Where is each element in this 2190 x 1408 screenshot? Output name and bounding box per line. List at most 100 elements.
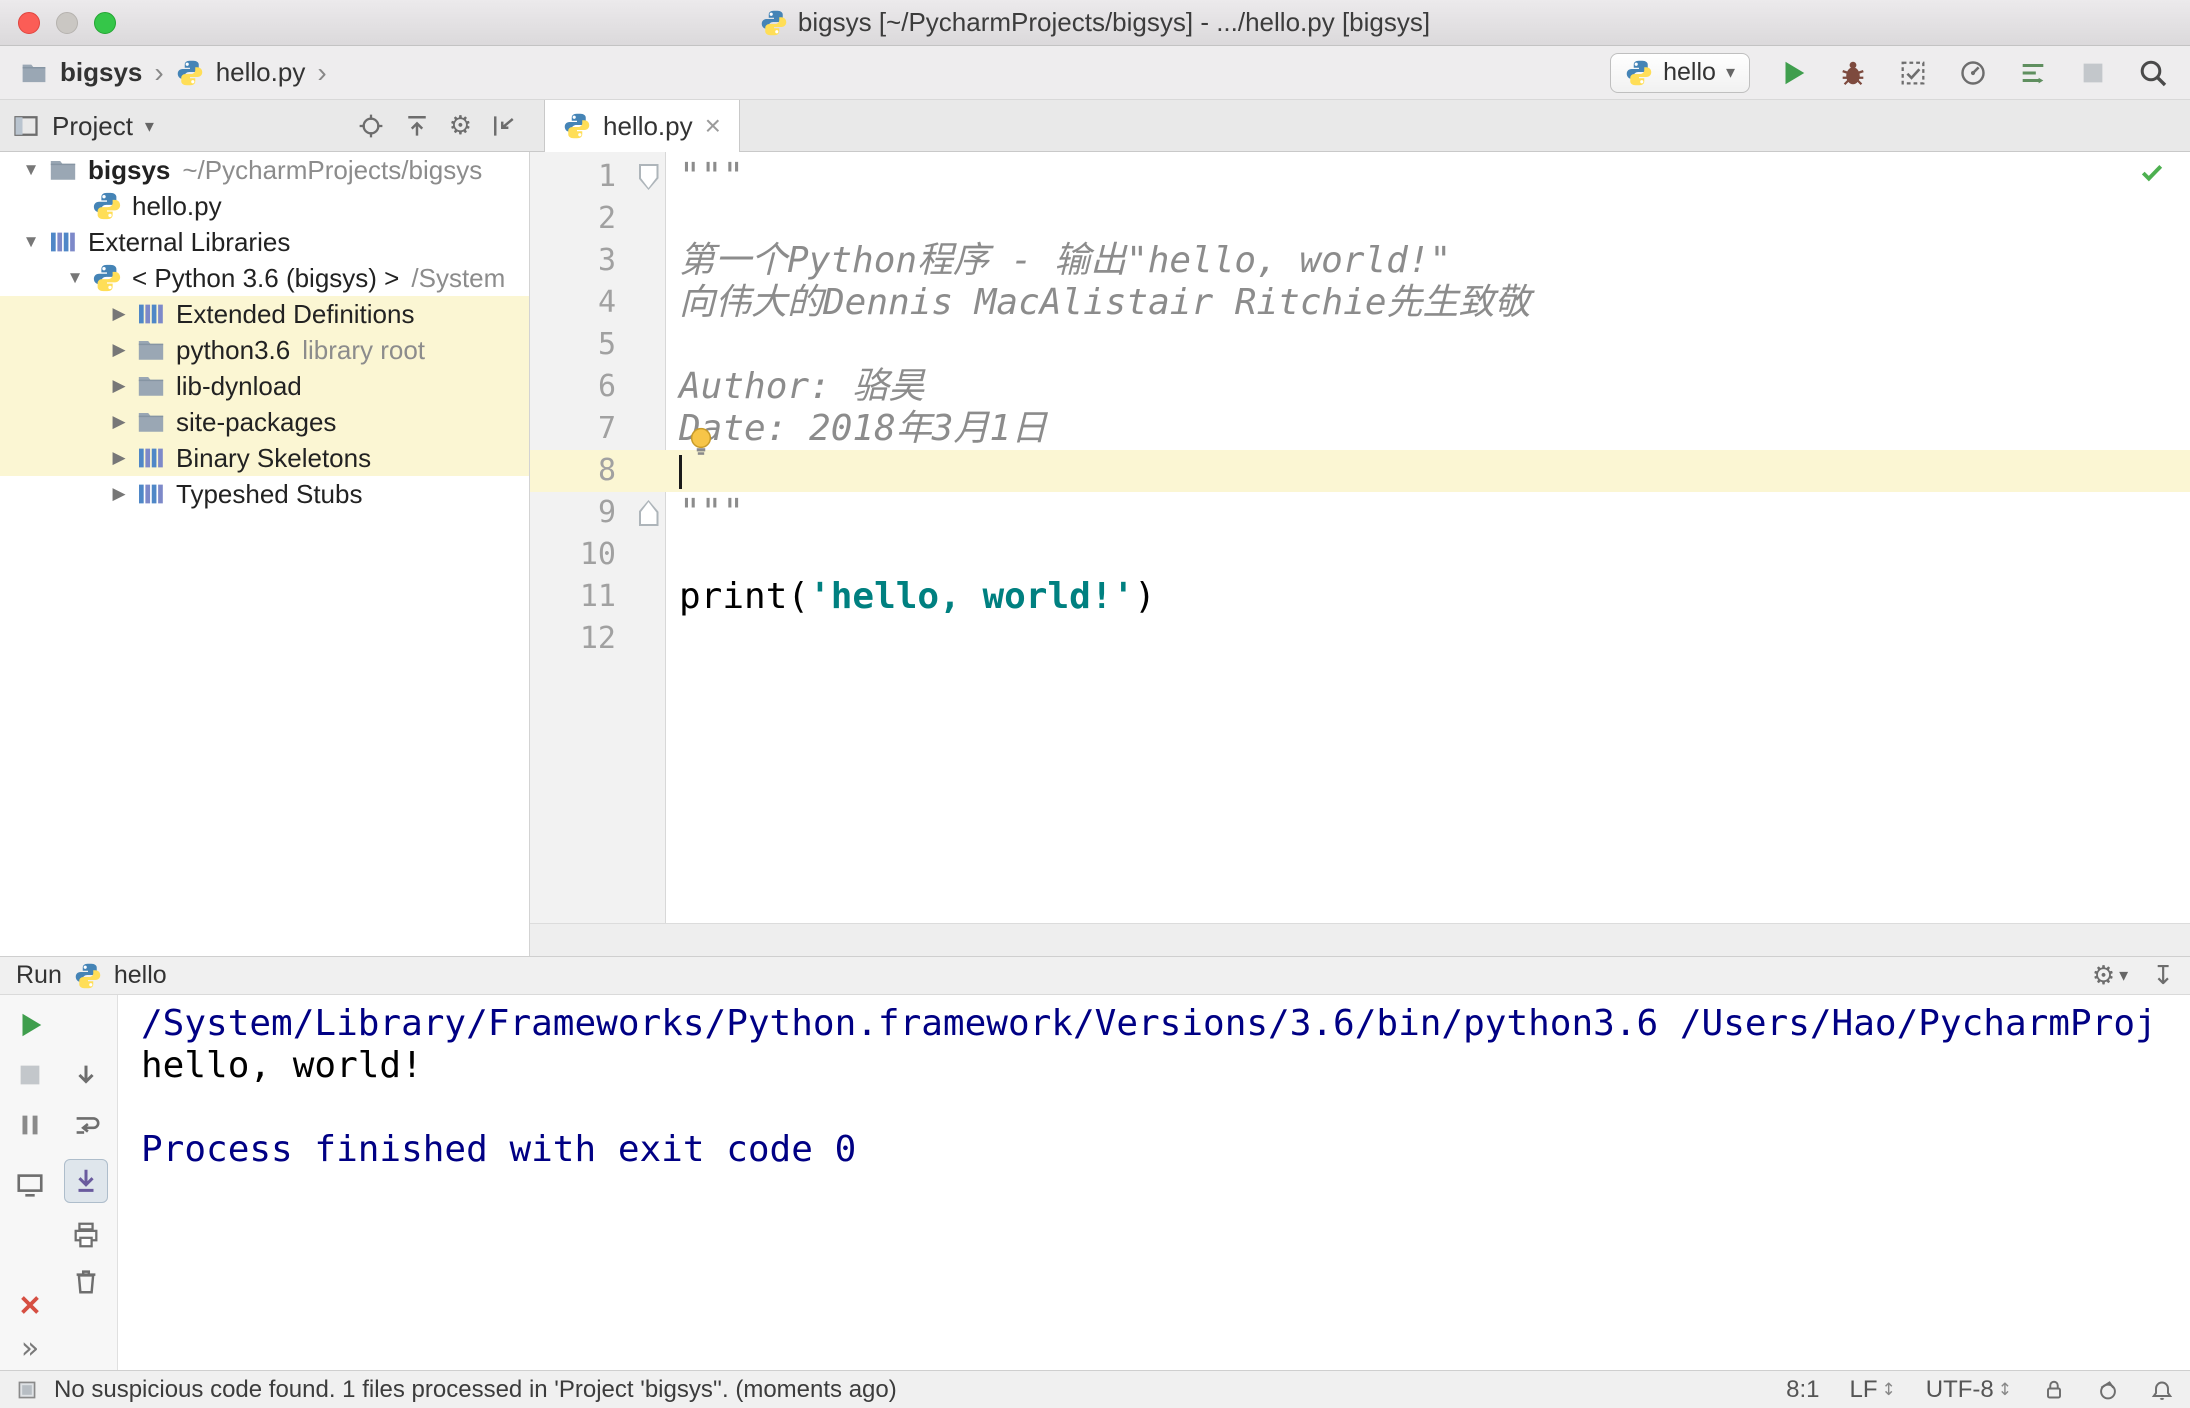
hide-panel-icon[interactable]	[490, 112, 518, 140]
chevron-down-icon: ▾	[2119, 965, 2129, 986]
tree-collapsed-arrow-icon[interactable]: ▶	[102, 412, 136, 432]
caret-position-widget[interactable]: 8:1	[1786, 1376, 1819, 1404]
close-console-button[interactable]	[12, 1287, 48, 1323]
fold-gutter[interactable]	[630, 492, 667, 534]
tree-item-lib-dynload[interactable]: ▶ lib-dynload	[0, 368, 529, 404]
code-line-2[interactable]: 2	[530, 198, 2190, 240]
code-line-9[interactable]: 9 """	[530, 492, 2190, 534]
line-number: 7	[597, 411, 616, 446]
tree-item-binary-skeletons[interactable]: ▶ Binary Skeletons	[0, 440, 529, 476]
close-window-button[interactable]	[18, 12, 40, 34]
console-output[interactable]: /System/Library/Frameworks/Python.framew…	[119, 995, 2190, 1370]
profiler-icon[interactable]	[1956, 56, 1990, 90]
line-separator-widget[interactable]: LF ↕	[1849, 1376, 1895, 1404]
line-number: 5	[597, 327, 616, 362]
inspections-ok-check-icon[interactable]	[2138, 158, 2166, 186]
inspections-widget-icon[interactable]	[16, 1379, 38, 1401]
folder-icon	[136, 335, 166, 365]
tree-item-python3-6[interactable]: ▶ python3.6 library root	[0, 332, 529, 368]
tree-item-label: Extended Definitions	[176, 298, 415, 329]
tree-collapsed-arrow-icon[interactable]: ▶	[102, 484, 136, 504]
breadcrumb-project[interactable]: bigsys	[60, 57, 142, 88]
search-everywhere-icon[interactable]	[2136, 56, 2170, 90]
tree-item-hello-py[interactable]: hello.py	[0, 188, 529, 224]
chevron-down-icon[interactable]: ▾	[145, 116, 154, 137]
fold-handle-icon[interactable]	[638, 164, 659, 190]
stop-button[interactable]	[2076, 56, 2110, 90]
code-line-8[interactable]: 8	[530, 450, 2190, 492]
editor[interactable]: 1 """ 2 3 第一个Python程序 - 输出"hello, world!" 4 向伟…	[530, 152, 2190, 923]
console-line: /System/Library/Frameworks/Python.framew…	[141, 1003, 2157, 1044]
code-line-10[interactable]: 10	[530, 534, 2190, 576]
tree-expanded-arrow-icon[interactable]: ▼	[14, 232, 48, 252]
tree-item-python-3-6-bigsys[interactable]: ▼ < Python 3.6 (bigsys) > /System	[0, 260, 529, 296]
zoom-window-button[interactable]	[94, 12, 116, 34]
lock-icon[interactable]	[2042, 1378, 2066, 1402]
rerun-button[interactable]	[12, 1007, 48, 1043]
project-panel-title[interactable]: Project	[52, 111, 133, 142]
fold-gutter[interactable]	[630, 156, 667, 198]
code-line-3[interactable]: 3 第一个Python程序 - 输出"hello, world!"	[530, 240, 2190, 282]
run-configuration-select[interactable]: hello ▾	[1610, 52, 1750, 93]
soft-wrap-icon[interactable]	[68, 1107, 104, 1143]
clear-all-trash-icon[interactable]	[68, 1263, 104, 1299]
notifications-bell-icon[interactable]	[2150, 1378, 2174, 1402]
tree-item-bigsys[interactable]: ▼ bigsys ~/PycharmProjects/bigsys	[0, 152, 529, 188]
code-line-4[interactable]: 4 向伟大的Dennis MacAlistair Ritchie先生致敬	[530, 282, 2190, 324]
tree-item-external-libraries[interactable]: ▼ External Libraries	[0, 224, 529, 260]
tree-expanded-arrow-icon[interactable]: ▼	[58, 268, 92, 288]
stop-button[interactable]	[12, 1057, 48, 1093]
collapse-all-icon[interactable]	[403, 112, 431, 140]
intention-bulb-icon[interactable]	[684, 424, 718, 458]
tree-item-typeshed-stubs[interactable]: ▶ Typeshed Stubs	[0, 476, 529, 512]
restore-layout-icon[interactable]	[12, 1167, 48, 1203]
editor-horizontal-scrollbar[interactable]	[530, 923, 2190, 956]
code-line-1[interactable]: 1 """	[530, 156, 2190, 198]
more-actions-icon[interactable]: »	[12, 1331, 48, 1367]
tree-collapsed-arrow-icon[interactable]: ▶	[102, 448, 136, 468]
code-line-5[interactable]: 5	[530, 324, 2190, 366]
debug-bug-icon[interactable]	[1836, 56, 1870, 90]
python-icon	[74, 962, 102, 990]
gear-icon[interactable]: ⚙	[2092, 961, 2115, 991]
tree-item-extended-definitions[interactable]: ▶ Extended Definitions	[0, 296, 529, 332]
project-toolwindow-icon	[12, 112, 40, 140]
code-line-7[interactable]: 7 Date: 2018年3月1日	[530, 408, 2190, 450]
editor-lines: 1 """ 2 3 第一个Python程序 - 输出"hello, world!" 4 向伟…	[530, 152, 2190, 660]
run-toolwindow-title[interactable]: Run	[16, 961, 62, 990]
tree-item-label: hello.py	[132, 190, 222, 221]
code-line-11[interactable]: 11 print('hello, world!')	[530, 576, 2190, 618]
tree-item-suffix: /System	[411, 262, 506, 293]
tree-collapsed-arrow-icon[interactable]: ▶	[102, 304, 136, 324]
concurrency-diagram-icon[interactable]	[2016, 56, 2050, 90]
tree-item-label: Binary Skeletons	[176, 442, 372, 473]
pause-output-button[interactable]	[12, 1107, 48, 1143]
scroll-to-end-button[interactable]	[64, 1159, 108, 1203]
gear-icon[interactable]: ⚙	[449, 111, 472, 141]
run-toolbar: »	[0, 995, 118, 1370]
run-button[interactable]	[1776, 56, 1810, 90]
tree-collapsed-arrow-icon[interactable]: ▶	[102, 376, 136, 396]
down-stack-trace-icon[interactable]	[68, 1057, 104, 1093]
folder-icon	[136, 407, 166, 437]
hector-inspector-icon[interactable]	[2096, 1378, 2120, 1402]
encoding-widget[interactable]: UTF-8 ↕	[1926, 1376, 2012, 1404]
breadcrumb-separator-icon: ›	[154, 56, 164, 88]
run-with-coverage-icon[interactable]	[1896, 56, 1930, 90]
hide-toolwindow-icon[interactable]: ↧	[2152, 961, 2174, 991]
locate-file-icon[interactable]	[357, 112, 385, 140]
tree-expanded-arrow-icon[interactable]: ▼	[14, 160, 48, 180]
tree-collapsed-arrow-icon[interactable]: ▶	[102, 340, 136, 360]
print-icon[interactable]	[68, 1217, 104, 1253]
fold-handle-icon[interactable]	[638, 500, 659, 526]
fold-gutter	[630, 366, 667, 408]
code-line-6[interactable]: 6 Author: 骆昊	[530, 366, 2190, 408]
tree-item-site-packages[interactable]: ▶ site-packages	[0, 404, 529, 440]
breadcrumb-file[interactable]: hello.py	[216, 57, 306, 88]
close-tab-icon[interactable]: ×	[705, 112, 721, 140]
line-number: 6	[597, 369, 616, 404]
editor-tab-hello-py[interactable]: hello.py ×	[544, 100, 740, 152]
minimize-window-button[interactable]	[56, 12, 78, 34]
code-line-12[interactable]: 12	[530, 618, 2190, 660]
